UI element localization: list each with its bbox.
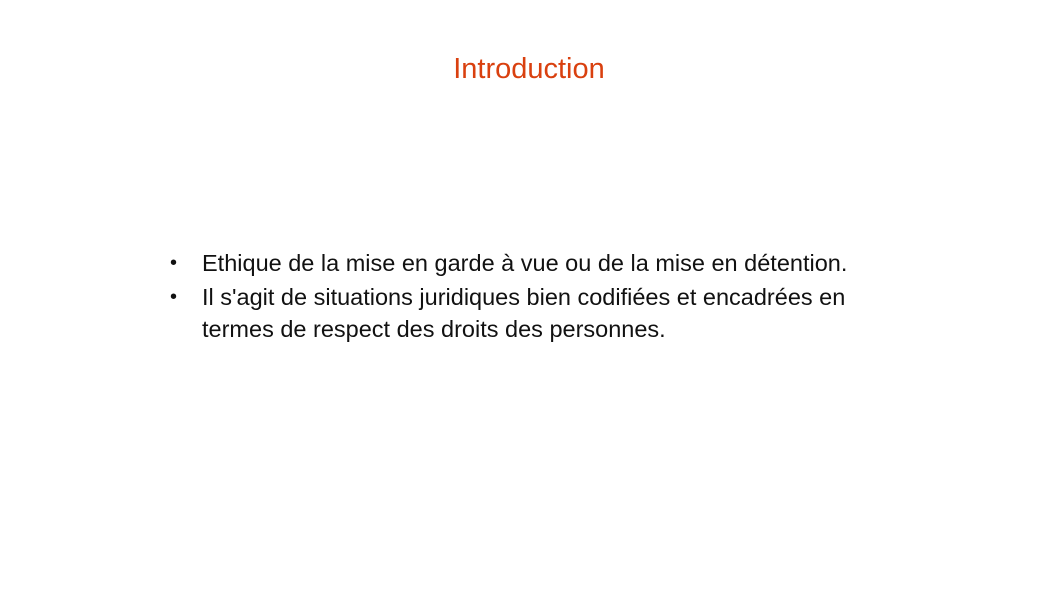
bullet-text: Ethique de la mise en garde à vue ou de … bbox=[202, 250, 848, 276]
slide-title: Introduction bbox=[453, 53, 605, 85]
bullet-item: • Il s'agit de situations juridiques bie… bbox=[170, 281, 890, 345]
bullet-marker-icon: • bbox=[170, 286, 178, 308]
bullet-list: • Ethique de la mise en garde à vue ou d… bbox=[170, 247, 890, 347]
bullet-text: Il s'agit de situations juridiques bien … bbox=[202, 284, 846, 342]
bullet-marker-icon: • bbox=[170, 252, 178, 274]
bullet-item: • Ethique de la mise en garde à vue ou d… bbox=[170, 247, 890, 279]
slide: Introduction • Ethique de la mise en gar… bbox=[0, 0, 1058, 595]
